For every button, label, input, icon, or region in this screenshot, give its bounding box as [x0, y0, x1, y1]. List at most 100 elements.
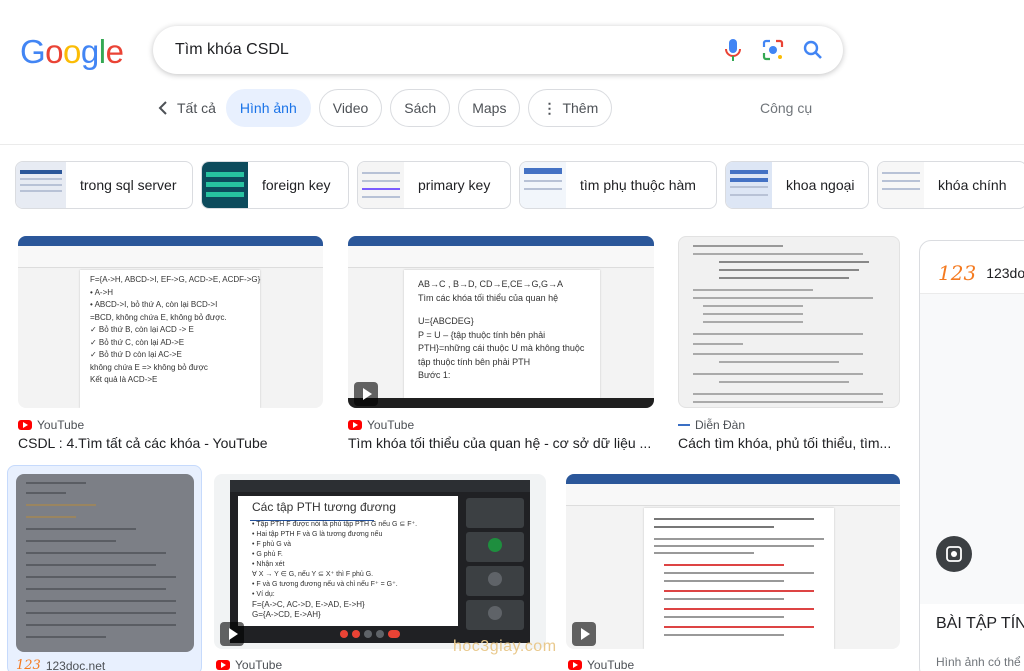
tools-button[interactable]: Công cụ	[760, 100, 812, 116]
result-source: YouTube	[216, 658, 282, 671]
result-source: 123 123doc.net	[16, 658, 105, 671]
123doc-icon: 123	[16, 658, 41, 671]
forum-icon	[678, 424, 690, 426]
tab-maps[interactable]: Maps	[458, 89, 521, 127]
tab-images[interactable]: Hình ảnh	[225, 89, 311, 127]
play-icon	[572, 622, 596, 646]
image-result[interactable]: F={A->H, ABCD->I, EF->G, ACD->E, ACDF->G…	[18, 236, 323, 456]
related-chip-label: primary key	[418, 177, 491, 193]
tab-more[interactable]: ⋮ Thêm	[528, 89, 613, 127]
related-thumbnail	[520, 162, 566, 208]
result-thumbnail	[566, 474, 900, 649]
thumb-text-line: • A->H	[90, 287, 114, 297]
search-box	[153, 26, 843, 74]
result-source-label: YouTube	[587, 658, 635, 671]
youtube-icon	[216, 660, 230, 670]
tab-books[interactable]: Sách	[390, 89, 451, 127]
related-chip-label: tìm phụ thuộc hàm	[580, 177, 696, 193]
image-result-selected[interactable]: 123 123doc.net	[7, 465, 202, 671]
thumb-text-line: ✓ Bỏ thứ C, còn lại AD->E	[90, 337, 185, 347]
related-chip[interactable]: tìm phụ thuộc hàm	[519, 161, 717, 209]
thumb-text-line: F={A->C, AC->D, E->AD, E->H}	[252, 600, 365, 609]
google-logo[interactable]: Google	[20, 33, 124, 71]
result-title[interactable]: CSDL : 4.Tìm tất cả các khóa - YouTube	[18, 435, 323, 451]
lens-search-icon[interactable]	[936, 536, 972, 572]
meeting-header-bar	[230, 480, 530, 492]
related-chip[interactable]: khóa chính	[877, 161, 1024, 209]
related-thumbnail	[726, 162, 772, 208]
youtube-icon	[18, 420, 32, 430]
participant-tile	[466, 532, 524, 562]
microphone-icon[interactable]	[721, 38, 745, 62]
thumb-text-line: • Tập PTH F được nói là phủ tập PTH G nế…	[252, 521, 418, 528]
header-divider	[0, 144, 1024, 145]
tab-all[interactable]: Tất cả	[177, 100, 216, 116]
related-chip[interactable]: primary key	[357, 161, 511, 209]
related-searches: trong sql server foreign key primary key…	[15, 161, 1024, 209]
result-thumbnail: AB→C , B→D, CD→E,CE→G,G→A Tìm các khóa t…	[348, 236, 654, 408]
result-thumbnail: F={A->H, ABCD->I, EF->G, ACD->E, ACDF->G…	[18, 236, 323, 408]
result-title[interactable]: Tìm khóa tối thiểu của quan hệ - cơ sở d…	[348, 435, 654, 451]
result-title[interactable]: Cách tìm khóa, phủ tối thiểu, tìm...	[678, 435, 900, 451]
related-chip[interactable]: khoa ngoại	[725, 161, 869, 209]
thumb-text-line: tập thuộc tính bên phải PTH	[418, 356, 531, 367]
related-thumbnail	[358, 162, 404, 208]
related-chip-label: foreign key	[262, 177, 331, 193]
meeting-controls	[340, 630, 420, 638]
thumb-text-line: G={A->CD, E->AH}	[252, 610, 321, 619]
image-result[interactable]: YouTube	[566, 474, 900, 671]
thumb-text-line: • G phủ F.	[252, 551, 283, 558]
thumb-text-line: • F và G tương đương nếu và chỉ nếu F⁺ =…	[252, 581, 398, 588]
related-chip-label: trong sql server	[80, 177, 177, 193]
thumb-text-line: • Nhận xét	[252, 561, 285, 568]
search-icon[interactable]	[801, 38, 825, 62]
thumb-text-line: AB→C , B→D, CD→E,CE→G,G→A	[418, 279, 564, 289]
result-source: Diễn Đàn	[678, 418, 745, 432]
thumb-text-line: Kết quả là ACD->E	[90, 375, 158, 384]
chevron-left-icon[interactable]	[155, 100, 171, 116]
thumb-text-line: Tìm các khóa tối thiểu của quan hệ	[418, 292, 559, 303]
participant-tile	[466, 600, 524, 630]
related-thumbnail	[878, 162, 924, 208]
more-vert-icon: ⋮	[542, 99, 557, 116]
thumb-text-line: ∀ X → Y ∈ G, nếu Y ⊆ X⁺ thì F phủ G.	[252, 571, 374, 578]
result-thumbnail: Các tập PTH tương đương • Tập PTH F được…	[214, 474, 546, 649]
tab-video[interactable]: Video	[318, 89, 383, 127]
thumb-text-line: =BCD, không chứa E, không bỏ được.	[90, 312, 227, 322]
result-source: YouTube	[18, 418, 84, 432]
participant-tile	[466, 566, 524, 596]
search-input[interactable]	[175, 41, 695, 59]
result-source-label: YouTube	[37, 418, 85, 432]
search-tabs: Tất cả Hình ảnh Video Sách Maps ⋮ Thêm	[155, 89, 620, 127]
result-source-label: YouTube	[235, 658, 283, 671]
thumb-text-line: P = U – {tập thuộc tính bên phải	[418, 329, 546, 340]
side-image	[920, 294, 1024, 604]
thumb-text-line: PTH}=những cái thuộc U mà không thuộc	[418, 343, 585, 353]
lens-camera-icon[interactable]	[761, 38, 785, 62]
thumb-text-line: ✓ Bỏ thứ B, còn lại ACD -> E	[90, 325, 194, 334]
play-icon	[220, 622, 244, 646]
thumb-text-line: • Hai tập PTH F và G là tương đương nếu	[252, 531, 383, 538]
result-source: YouTube	[568, 658, 634, 671]
result-thumbnail	[16, 474, 194, 652]
side-source-label: 123doc	[986, 265, 1024, 281]
thumb-text-line: Bước 1:	[418, 370, 451, 380]
image-result[interactable]: AB→C , B→D, CD→E,CE→G,G→A Tìm các khóa t…	[348, 236, 654, 456]
side-title[interactable]: BÀI TẬP TÍN	[936, 615, 1024, 633]
related-chip[interactable]: foreign key	[201, 161, 349, 209]
thumb-text-line: ✓ Bỏ thứ D còn lại AC->E	[90, 350, 182, 359]
slide-title: Các tập PTH tương đương	[252, 500, 396, 514]
related-chip[interactable]: trong sql server	[15, 161, 193, 209]
image-result[interactable]: Diễn Đàn Cách tìm khóa, phủ tối thiểu, t…	[678, 236, 900, 456]
123doc-icon: 123	[938, 261, 977, 285]
result-source-label: YouTube	[367, 418, 415, 432]
related-chip-label: khóa chính	[938, 177, 1007, 193]
side-source: 123 123doc	[938, 261, 1024, 285]
thumb-text-line: không chứa E => không bỏ được	[90, 362, 208, 372]
play-icon	[354, 382, 378, 406]
thumb-text-line: • F phủ G và	[252, 541, 292, 548]
result-source-label: Diễn Đàn	[695, 418, 746, 432]
related-chip-label: khoa ngoại	[786, 177, 855, 193]
side-panel[interactable]: 123 123doc BÀI TẬP TÍN Hình ảnh có thể	[919, 240, 1024, 671]
result-source-label: 123doc.net	[45, 658, 106, 671]
